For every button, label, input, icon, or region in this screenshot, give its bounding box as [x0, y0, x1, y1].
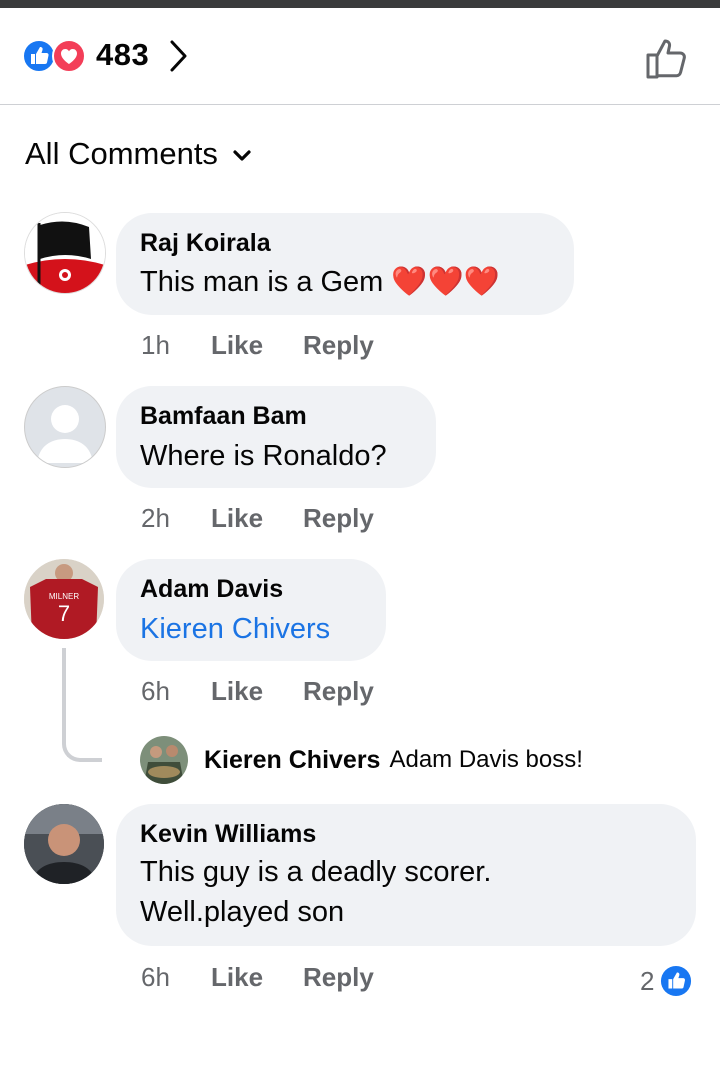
default-user-icon [37, 405, 93, 463]
comment-text-line-2: Well.played son [140, 896, 345, 928]
comment-bubble[interactable]: Bamfaan Bam Where is Ronaldo? [116, 386, 436, 488]
comment-filter-dropdown[interactable]: All Comments [25, 134, 252, 174]
like-reaction-icon [22, 39, 56, 73]
like-icon [661, 965, 692, 997]
like-link[interactable]: Like [211, 962, 303, 993]
comment-text: Where is Ronaldo? [140, 440, 387, 472]
reply-link[interactable]: Reply [303, 676, 374, 707]
thread-connector [62, 648, 102, 762]
comment-bubble[interactable]: Adam Davis Kieren Chivers [116, 559, 386, 661]
reply-link[interactable]: Reply [303, 962, 374, 993]
comment-time[interactable]: 1h [141, 330, 211, 361]
reply-link[interactable]: Reply [303, 503, 374, 534]
comment-actions: 2h Like Reply [141, 503, 374, 534]
comment-actions: 1h Like Reply [141, 330, 374, 361]
man-photo-icon [24, 804, 104, 884]
filter-label: All Comments [25, 136, 218, 171]
reply-preview[interactable]: Kieren Chivers Adam Davis boss! [140, 734, 583, 786]
status-strip [0, 0, 720, 8]
like-link[interactable]: Like [211, 676, 303, 707]
comment-author[interactable]: Bamfaan Bam [140, 402, 307, 431]
reactions-summary[interactable] [22, 39, 90, 73]
svg-text:MILNER: MILNER [49, 592, 79, 601]
comment-text-line-1: This guy is a deadly scorer. [140, 856, 492, 888]
comment-time[interactable]: 2h [141, 503, 211, 534]
reply-link[interactable]: Reply [303, 330, 374, 361]
jersey-photo-icon: MILNER 7 [24, 559, 104, 639]
comment-bubble[interactable]: Kevin Williams This guy is a deadly scor… [116, 804, 696, 946]
chevron-right-icon[interactable] [168, 38, 190, 74]
comment-bubble[interactable]: Raj Koirala This man is a Gem ❤️❤️❤️ [116, 213, 574, 315]
avatar[interactable] [24, 212, 106, 294]
comments-sheet: 483 All Comments Raj Koirala This man is… [0, 8, 720, 1070]
comment-text-body: This man is a Gem [140, 266, 384, 298]
chevron-down-icon [233, 150, 251, 161]
flag-avatar-icon [25, 213, 105, 293]
like-count-value: 2 [640, 965, 655, 996]
mention-link[interactable]: Kieren Chivers [140, 613, 330, 646]
comment-actions: 6h Like Reply [141, 676, 374, 707]
like-link[interactable]: Like [211, 503, 303, 534]
comment-time[interactable]: 6h [141, 962, 211, 993]
reply-author[interactable]: Kieren Chivers [204, 746, 380, 775]
avatar[interactable] [24, 804, 104, 884]
comment-actions: 6h Like Reply [141, 962, 374, 993]
sheet-header: 483 [0, 8, 720, 105]
avatar[interactable]: MILNER 7 [24, 559, 104, 639]
comment-author[interactable]: Kevin Williams [140, 820, 316, 849]
avatar [140, 736, 188, 784]
heart-emoji: ❤️❤️❤️ [391, 266, 500, 298]
comment-time[interactable]: 6h [141, 676, 211, 707]
comment-reaction-count[interactable]: 2 [640, 965, 692, 997]
reply-text: Adam Davis boss! [389, 746, 583, 773]
svg-text:7: 7 [58, 601, 70, 626]
comment-author[interactable]: Adam Davis [140, 575, 283, 604]
avatar[interactable] [24, 386, 106, 468]
comment-author[interactable]: Raj Koirala [140, 229, 271, 258]
reaction-count[interactable]: 483 [96, 37, 149, 73]
group-photo-icon [140, 736, 188, 784]
love-reaction-icon [52, 39, 86, 73]
comment-text: This man is a Gem ❤️❤️❤️ [140, 265, 500, 299]
like-button-icon[interactable] [644, 35, 690, 81]
like-link[interactable]: Like [211, 330, 303, 361]
